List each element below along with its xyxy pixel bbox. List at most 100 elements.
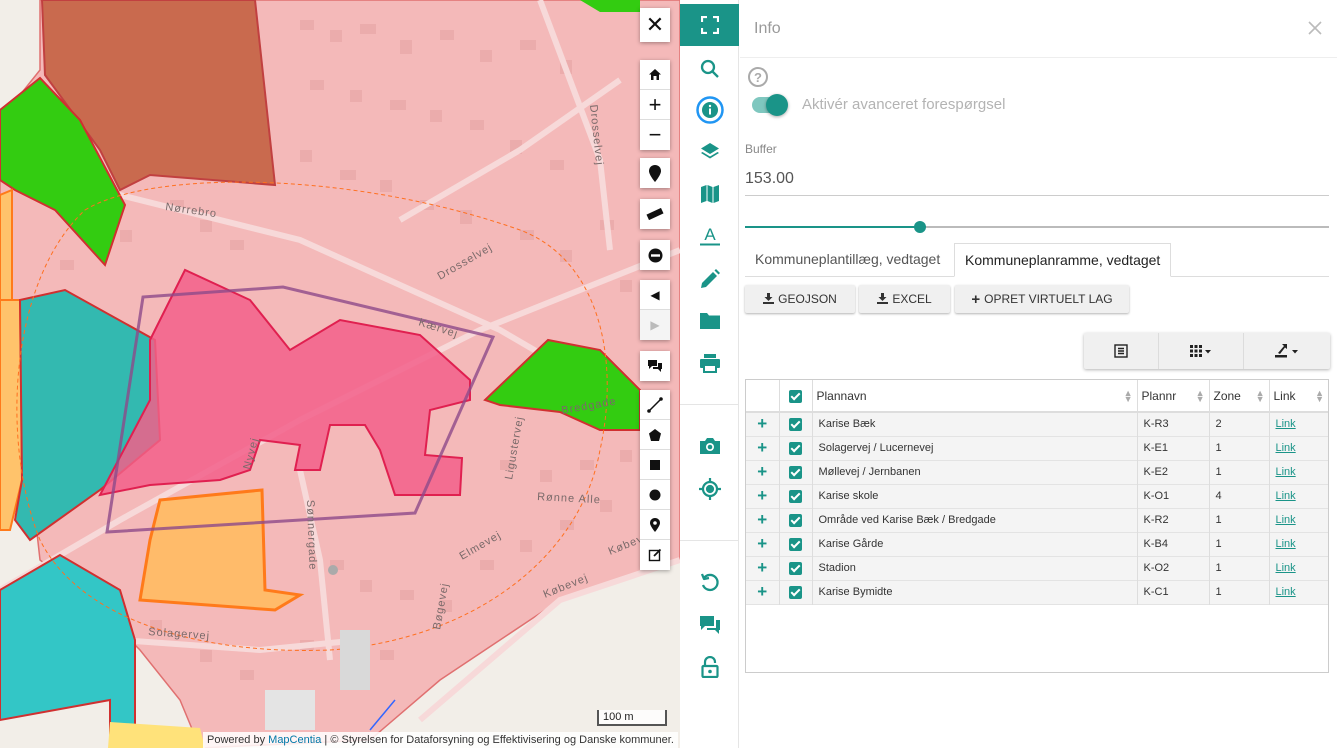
- plan-link[interactable]: Link: [1276, 466, 1296, 478]
- home-icon[interactable]: [640, 60, 670, 90]
- rectangle-icon[interactable]: [640, 450, 670, 480]
- export-icon[interactable]: [1243, 333, 1330, 369]
- cell-link: Link: [1269, 556, 1328, 580]
- zoom-out-icon[interactable]: −: [640, 120, 670, 150]
- close-icon[interactable]: ✕: [640, 8, 670, 42]
- folder-icon[interactable]: [680, 300, 739, 342]
- tab-kommuneplanramme[interactable]: Kommuneplanramme, vedtaget: [954, 243, 1172, 277]
- download-icon: [877, 292, 889, 307]
- tab-kommuneplantillaeg[interactable]: Kommuneplantillæg, vedtaget: [745, 243, 950, 277]
- plan-link[interactable]: Link: [1276, 514, 1296, 526]
- columns-icon[interactable]: [1158, 333, 1243, 369]
- plan-link[interactable]: Link: [1276, 442, 1296, 454]
- attribution-link[interactable]: MapCentia: [268, 734, 321, 746]
- cell-plannr: K-R3: [1137, 412, 1210, 436]
- slider-thumb[interactable]: [914, 221, 927, 233]
- ruler-icon[interactable]: [640, 199, 670, 229]
- column-header-link[interactable]: Link ▲ ▼: [1269, 380, 1328, 413]
- cell-link: Link: [1269, 460, 1328, 484]
- expand-row-icon[interactable]: +: [746, 532, 780, 556]
- table-row[interactable]: + Møllevej / Jernbanen K-E2 1 Link: [746, 460, 1328, 484]
- expand-row-icon[interactable]: +: [746, 412, 780, 436]
- plan-link[interactable]: Link: [1276, 562, 1296, 574]
- map-street-label: Sønnergade: [304, 500, 318, 571]
- plan-link[interactable]: Link: [1276, 538, 1296, 550]
- advanced-query-toggle[interactable]: [752, 94, 788, 116]
- edit-icon[interactable]: [640, 540, 670, 570]
- cell-plannavn: Solagervej / Lucernevej: [812, 436, 1138, 460]
- locate-icon[interactable]: [680, 468, 739, 510]
- row-checkbox[interactable]: [779, 532, 813, 556]
- table-row[interactable]: + Område ved Karise Bæk / Bredgade K-R2 1 Li…: [746, 508, 1328, 532]
- expand-row-icon[interactable]: +: [746, 484, 780, 508]
- row-checkbox[interactable]: [779, 580, 813, 604]
- no-entry-icon[interactable]: [640, 240, 670, 270]
- plan-link[interactable]: Link: [1276, 586, 1296, 598]
- row-checkbox[interactable]: [779, 412, 813, 436]
- select-all-checkbox[interactable]: [779, 380, 813, 413]
- buffer-slider[interactable]: [745, 218, 1329, 236]
- list-view-icon[interactable]: [1084, 333, 1158, 369]
- plan-link[interactable]: Link: [1276, 490, 1296, 502]
- cell-plannavn: Møllevej / Jernbanen: [812, 460, 1138, 484]
- slider-fill: [745, 226, 921, 228]
- fullscreen-icon[interactable]: [680, 4, 739, 46]
- table-row[interactable]: + Karise Bæk K-R3 2 Link: [746, 412, 1328, 436]
- reset-icon[interactable]: [680, 562, 739, 604]
- map-icon[interactable]: [680, 173, 739, 215]
- buffer-input[interactable]: 153.00: [745, 170, 1329, 196]
- expand-row-icon[interactable]: +: [746, 460, 780, 484]
- row-checkbox[interactable]: [779, 436, 813, 460]
- map-basemap: Nørrebro Drosselvej Kærvej Ligustervej R…: [0, 0, 680, 748]
- search-icon[interactable]: [680, 48, 739, 90]
- print-icon[interactable]: [680, 342, 739, 384]
- create-virtual-layer-button[interactable]: + OPRET VIRTUELT LAG: [955, 285, 1129, 313]
- column-header-plannr[interactable]: Plannr ▲ ▼: [1137, 380, 1210, 413]
- zoom-in-icon[interactable]: +: [640, 90, 670, 120]
- expand-row-icon[interactable]: +: [746, 436, 780, 460]
- expand-row-icon[interactable]: +: [746, 556, 780, 580]
- pencil-icon[interactable]: [680, 258, 739, 300]
- lock-icon[interactable]: [680, 646, 739, 688]
- row-checkbox[interactable]: [779, 556, 813, 580]
- circle-icon[interactable]: [640, 480, 670, 510]
- excel-button[interactable]: EXCEL: [859, 285, 950, 313]
- map-canvas[interactable]: Nørrebro Drosselvej Kærvej Ligustervej R…: [0, 0, 680, 748]
- chat-icon[interactable]: [680, 604, 739, 646]
- geojson-button[interactable]: GEOJSON: [745, 285, 855, 313]
- close-icon[interactable]: [1307, 20, 1325, 38]
- cell-link: Link: [1269, 412, 1328, 436]
- excel-label: EXCEL: [892, 292, 932, 306]
- cell-zone: 1: [1209, 532, 1270, 556]
- table-row[interactable]: + Karise skole K-O1 4 Link: [746, 484, 1328, 508]
- speech-bubbles-icon[interactable]: [640, 351, 670, 381]
- table-row[interactable]: + Karise Bymidte K-C1 1 Link: [746, 580, 1328, 604]
- cell-plannr: K-B4: [1137, 532, 1210, 556]
- column-header-plannavn[interactable]: Plannavn ▲ ▼: [812, 380, 1138, 413]
- layers-icon[interactable]: [680, 131, 739, 173]
- camera-icon[interactable]: [680, 425, 739, 467]
- table-row[interactable]: + Stadion K-O2 1 Link: [746, 556, 1328, 580]
- arrow-left-icon[interactable]: ◀: [640, 280, 670, 310]
- expand-row-icon[interactable]: +: [746, 508, 780, 532]
- info-icon[interactable]: [680, 89, 739, 131]
- plan-link[interactable]: Link: [1276, 418, 1296, 430]
- row-checkbox[interactable]: [779, 460, 813, 484]
- point-icon[interactable]: [640, 510, 670, 540]
- row-checkbox[interactable]: [779, 484, 813, 508]
- expand-row-icon[interactable]: +: [746, 580, 780, 604]
- cell-plannavn: Område ved Karise Bæk / Bredgade: [812, 508, 1138, 532]
- polygon-icon[interactable]: [640, 420, 670, 450]
- column-header-zone[interactable]: Zone ▲ ▼: [1209, 380, 1270, 413]
- help-icon[interactable]: ?: [748, 67, 768, 87]
- row-checkbox[interactable]: [779, 508, 813, 532]
- attribution-prefix: Powered by: [207, 734, 266, 746]
- table-row[interactable]: + Karise Gårde K-B4 1 Link: [746, 532, 1328, 556]
- measure-control: [640, 199, 670, 229]
- marker-icon[interactable]: [640, 158, 670, 188]
- text-icon[interactable]: A: [680, 215, 739, 257]
- sort-icon: ▲ ▼: [1255, 388, 1265, 404]
- polyline-icon[interactable]: [640, 390, 670, 420]
- table-row[interactable]: + Solagervej / Lucernevej K-E1 1 Link: [746, 436, 1328, 460]
- arrow-right-icon[interactable]: ▶: [640, 310, 670, 340]
